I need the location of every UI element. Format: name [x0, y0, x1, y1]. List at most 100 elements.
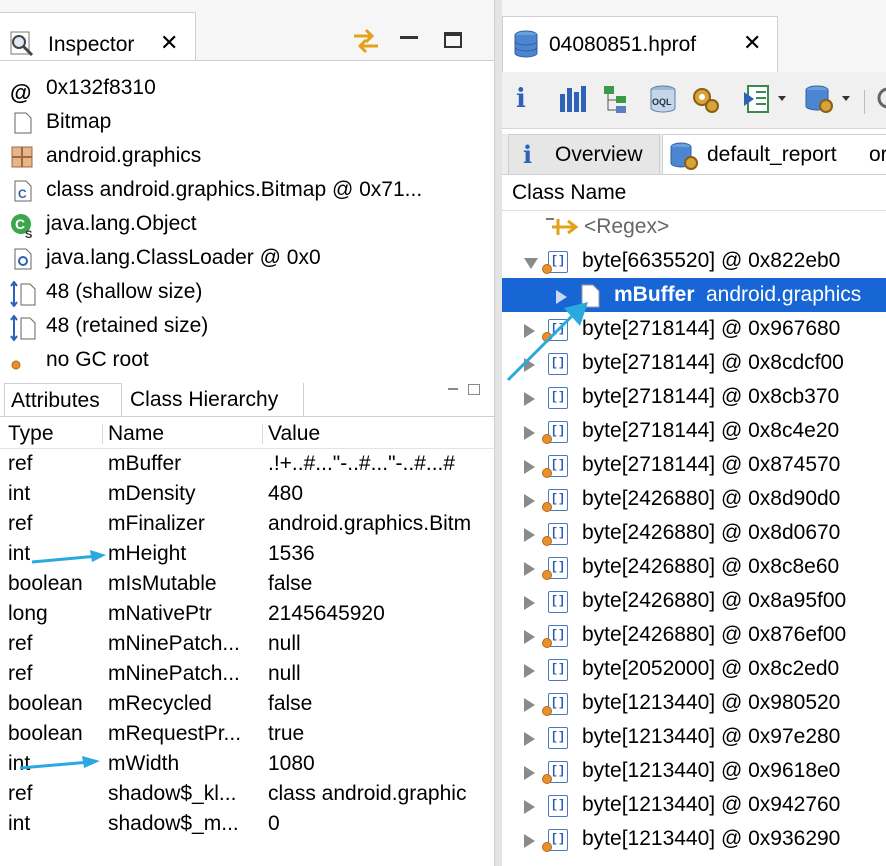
tab-default-report-label: default_report	[707, 143, 837, 166]
object-info-row: android.graphics	[0, 139, 494, 173]
tree-row[interactable]: [] byte[2718144] @ 0x874570	[502, 448, 886, 482]
cell-value: 480	[268, 482, 304, 505]
gc-root-dot-icon	[542, 774, 552, 784]
regex-filter-input[interactable]: <Regex>	[584, 210, 669, 244]
tree-row[interactable]: [] byte[1213440] @ 0x980520	[502, 686, 886, 720]
object-info-text: java.lang.ClassLoader @ 0x0	[46, 246, 321, 269]
expand-triangle-icon[interactable]	[524, 392, 535, 406]
maximize-icon[interactable]	[468, 384, 480, 395]
table-row[interactable]: boolean mIsMutable false	[0, 569, 494, 599]
object-label: byte[2718144] @ 0x8cdcf00	[582, 351, 844, 374]
expand-triangle-icon[interactable]	[524, 460, 535, 474]
svg-text:S: S	[25, 229, 32, 239]
table-row[interactable]: boolean mRecycled false	[0, 689, 494, 719]
histogram-icon[interactable]	[558, 84, 588, 114]
class-name-header[interactable]: Class Name	[502, 176, 886, 211]
expand-triangle-icon[interactable]	[524, 528, 535, 542]
table-row[interactable]: ref mBuffer .!+..#..."-..#..."-..#...#	[0, 449, 494, 479]
collapse-triangle-icon[interactable]	[524, 258, 538, 269]
report-icon	[670, 142, 698, 170]
tree-row[interactable]: [] byte[1213440] @ 0x9618e0	[502, 754, 886, 788]
table-row[interactable]: ref shadow$_kl... class android.graphic	[0, 779, 494, 809]
expand-triangle-icon[interactable]	[524, 834, 535, 848]
tree-row[interactable]: [] byte[1213440] @ 0x97e280	[502, 720, 886, 754]
expand-triangle-icon[interactable]	[524, 494, 535, 508]
search-icon[interactable]	[874, 84, 886, 114]
table-row[interactable]: boolean mRequestPr... true	[0, 719, 494, 749]
inspector-tabbar: Inspector ✕	[0, 0, 494, 61]
table-row[interactable]: int mDensity 480	[0, 479, 494, 509]
cell-type: ref	[8, 512, 33, 535]
expand-triangle-icon[interactable]	[524, 562, 535, 576]
tab-overview[interactable]: i Overview	[508, 134, 660, 174]
tree-row[interactable]: [] byte[2426880] @ 0x8a95f00	[502, 584, 886, 618]
heap-dump-icon[interactable]	[804, 84, 854, 114]
gc-root-dot-icon	[542, 434, 552, 444]
expand-triangle-icon[interactable]	[524, 630, 535, 644]
panel-divider[interactable]	[494, 0, 502, 866]
tree-row[interactable]: [] byte[2426880] @ 0x8c8e60	[502, 550, 886, 584]
tree-row[interactable]: [] byte[1213440] @ 0x936290	[502, 822, 886, 856]
hprof-tab-title: 04080851.hprof	[549, 33, 697, 56]
tree-row[interactable]: [] byte[2426880] @ 0x876ef00	[502, 618, 886, 652]
tree-row[interactable]: [] byte[6635520] @ 0x822eb0	[502, 244, 886, 278]
at-icon: @	[10, 80, 32, 105]
object-label: byte[2426880] @ 0x8d0670	[582, 521, 841, 544]
table-row[interactable]: ref mFinalizer android.graphics.Bitm	[0, 509, 494, 539]
cell-value: 1080	[268, 752, 315, 775]
object-info-row: 48 (retained size)	[0, 309, 494, 343]
object-label: byte[2426880] @ 0x8c8e60	[582, 555, 840, 578]
hprof-file-tab[interactable]: 04080851.hprof ✕	[502, 16, 778, 72]
link-with-editor-icon[interactable]	[350, 26, 382, 56]
tree-row[interactable]: [] byte[2426880] @ 0x8d90d0	[502, 482, 886, 516]
tree-row[interactable]: [] byte[2052000] @ 0x8c2ed0	[502, 652, 886, 686]
run-report-icon[interactable]	[742, 84, 788, 114]
cell-name: mIsMutable	[108, 572, 217, 595]
expand-triangle-icon[interactable]	[524, 800, 535, 814]
cell-type: ref	[8, 662, 33, 685]
tab-class-hierarchy-label: Class Hierarchy	[130, 388, 279, 411]
cell-value: android.graphics.Bitm	[268, 512, 472, 535]
cell-type: ref	[8, 782, 33, 805]
expand-triangle-icon[interactable]	[524, 426, 535, 440]
column-type[interactable]: Type	[8, 420, 54, 448]
tab-default-report[interactable]: default_report or	[662, 134, 886, 174]
column-name[interactable]: Name	[108, 420, 164, 448]
tab-class-hierarchy[interactable]: Class Hierarchy	[124, 383, 304, 416]
close-icon[interactable]: ✕	[743, 31, 761, 55]
close-icon[interactable]: ✕	[160, 31, 178, 55]
tree-row[interactable]: [] byte[2426880] @ 0x8d0670	[502, 516, 886, 550]
expand-triangle-icon[interactable]	[524, 596, 535, 610]
inspector-tab[interactable]: Inspector ✕	[0, 12, 196, 60]
minimize-icon[interactable]	[448, 388, 458, 390]
cell-name: shadow$_kl...	[108, 782, 237, 805]
table-row[interactable]: int shadow$_m... 0	[0, 809, 494, 839]
table-row[interactable]: long mNativePtr 2145645920	[0, 599, 494, 629]
table-row[interactable]: ref mNinePatch... null	[0, 659, 494, 689]
attributes-table-header: Type Name Value	[0, 418, 494, 449]
superclass-icon: CS	[10, 213, 34, 241]
svg-text:OQL: OQL	[652, 97, 672, 107]
minimize-icon[interactable]	[400, 36, 418, 39]
tree-row[interactable]: [] byte[2718144] @ 0x8c4e20	[502, 414, 886, 448]
database-icon	[514, 30, 538, 58]
cell-value: null	[268, 662, 301, 685]
expand-triangle-icon[interactable]	[524, 698, 535, 712]
gc-root-dot-icon	[542, 842, 552, 852]
object-info-text: 48 (shallow size)	[46, 280, 203, 303]
tab-attributes[interactable]: Attributes	[4, 383, 122, 416]
tree-row[interactable]: [] byte[1213440] @ 0x942760	[502, 788, 886, 822]
object-label: byte[6635520] @ 0x822eb0	[582, 249, 841, 272]
maximize-icon[interactable]	[444, 32, 462, 48]
expand-triangle-icon[interactable]	[524, 664, 535, 678]
oql-icon[interactable]: OQL	[648, 84, 678, 114]
regex-filter-row[interactable]: <Regex>	[502, 210, 886, 244]
info-icon[interactable]: i	[516, 84, 546, 114]
table-row[interactable]: ref mNinePatch... null	[0, 629, 494, 659]
cell-type: int	[8, 812, 31, 835]
expand-triangle-icon[interactable]	[524, 732, 535, 746]
column-value[interactable]: Value	[268, 420, 320, 448]
expand-triangle-icon[interactable]	[524, 766, 535, 780]
gear-icon[interactable]	[690, 84, 720, 114]
dominator-tree-icon[interactable]	[602, 84, 632, 114]
